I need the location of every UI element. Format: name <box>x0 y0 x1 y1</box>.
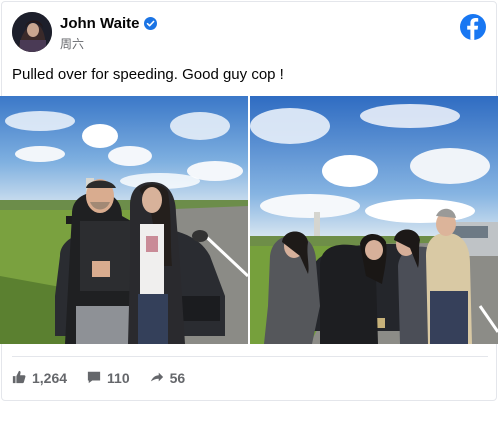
share-count-label: 56 <box>169 370 186 386</box>
avatar[interactable] <box>12 12 52 52</box>
share-count[interactable]: 56 <box>150 370 186 387</box>
comment-count-label: 110 <box>107 370 130 386</box>
engagement-stats: 1,264 110 56 <box>12 368 185 388</box>
like-count-label: 1,264 <box>32 370 68 386</box>
group-photo-at-police-car[interactable] <box>250 96 498 344</box>
comment-count[interactable]: 110 <box>87 370 130 387</box>
author-name-row: John Waite <box>60 15 158 32</box>
like-count[interactable]: 1,264 <box>12 370 67 387</box>
comment-icon <box>87 370 101 387</box>
post-text: Pulled over for speeding. Good guy cop ! <box>12 66 284 83</box>
stats-divider <box>12 356 488 357</box>
thumbs-up-icon <box>12 370 26 387</box>
post-timestamp[interactable]: 周六 <box>60 35 84 52</box>
post-header: John Waite 周六 <box>12 12 488 56</box>
photo-grid <box>0 96 498 344</box>
share-arrow-icon <box>150 370 164 387</box>
verified-badge-icon <box>144 17 158 30</box>
author-name[interactable]: John Waite <box>60 15 139 32</box>
roadside-photo-with-officer[interactable] <box>0 96 248 344</box>
facebook-logo-icon[interactable] <box>460 14 486 40</box>
post-card: John Waite 周六 Pulled over for speeding. … <box>0 0 500 424</box>
